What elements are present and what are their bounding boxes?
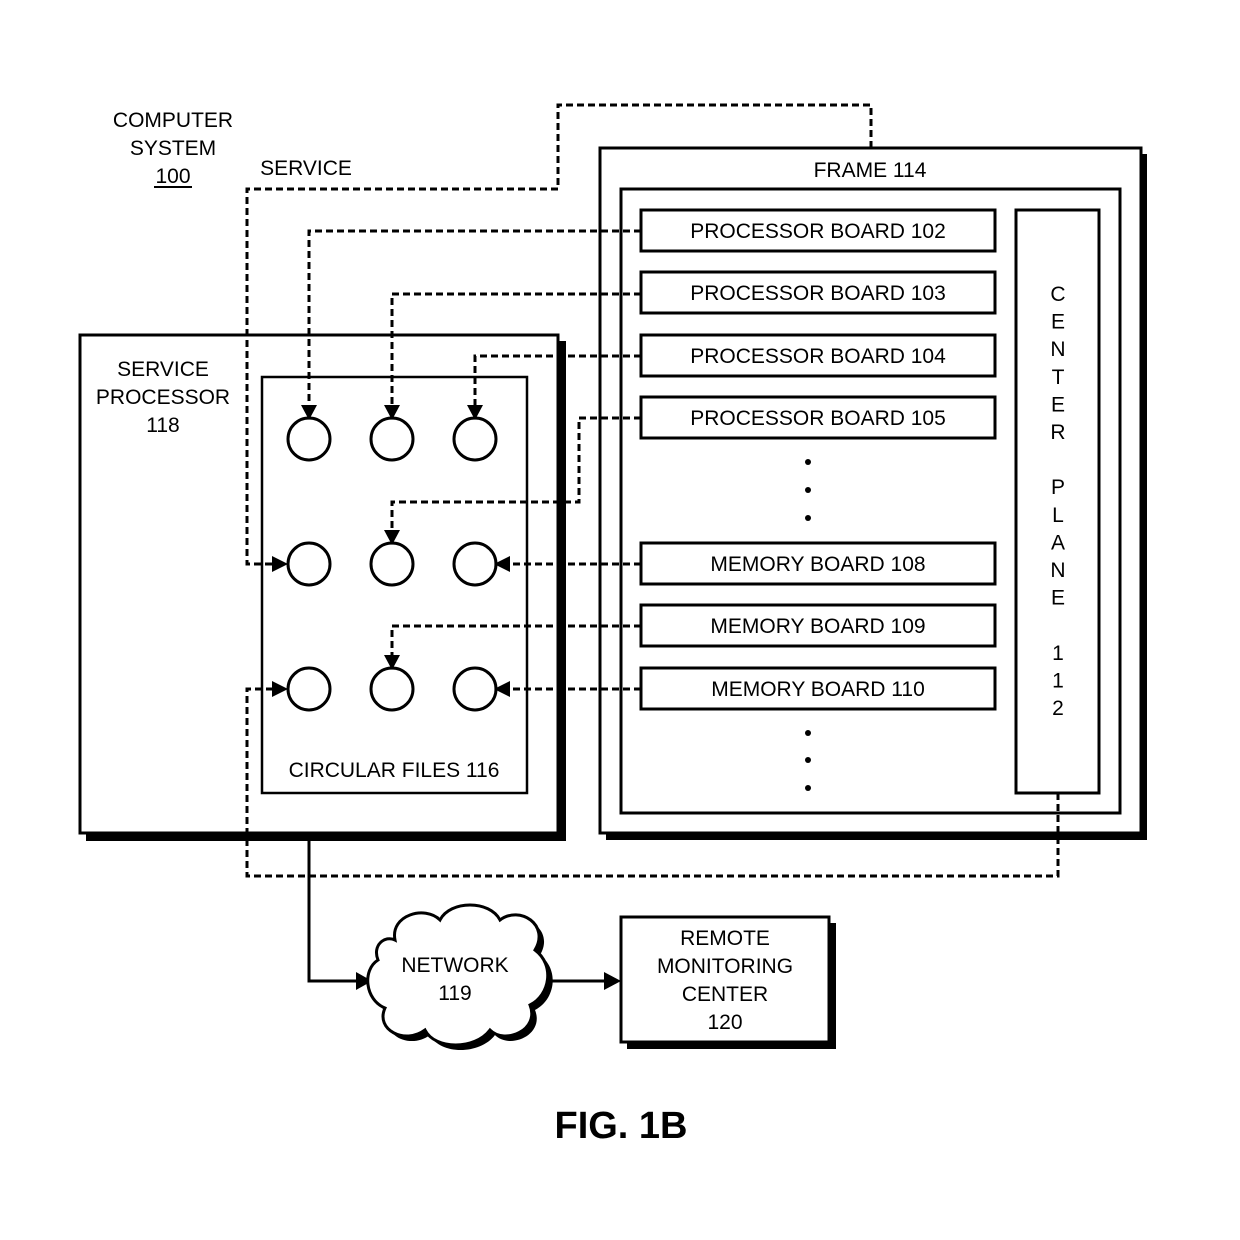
circular-file-icon — [369, 666, 415, 712]
ellipsis-dot — [805, 785, 811, 791]
processor-board: PROCESSOR BOARD 103 — [639, 270, 997, 315]
board-label: PROCESSOR BOARD 105 — [690, 407, 946, 430]
center-plane-letter: P — [1051, 476, 1065, 499]
service-processor-line1: SERVICE — [117, 358, 209, 381]
circular-file-icon — [369, 541, 415, 587]
circular-files-box: CIRCULAR FILES 116 — [260, 375, 529, 795]
service-processor-ref: 118 — [146, 414, 179, 437]
computer-system-line1: COMPUTER — [113, 109, 233, 132]
center-plane-letter: L — [1052, 504, 1064, 527]
circular-file-icon — [452, 416, 498, 462]
ellipsis-dot — [805, 757, 811, 763]
circular-file-icon — [286, 416, 332, 462]
memory-board: MEMORY BOARD 110 — [639, 666, 997, 711]
center-plane-letter: N — [1050, 338, 1065, 361]
circular-file-icon — [286, 666, 332, 712]
computer-system-ref: 100 — [155, 165, 190, 188]
ellipsis-dot — [805, 515, 811, 521]
center-plane-letter: R — [1050, 421, 1065, 444]
figure-title: FIG. 1B — [554, 1105, 687, 1147]
board-label: PROCESSOR BOARD 102 — [690, 220, 946, 243]
board-label: PROCESSOR BOARD 104 — [690, 345, 946, 368]
center-plane-letter: E — [1051, 587, 1065, 610]
processor-board: PROCESSOR BOARD 102 — [639, 208, 997, 253]
circular-file-icon — [452, 666, 498, 712]
ellipsis-dot — [805, 459, 811, 465]
processor-board: PROCESSOR BOARD 105 — [639, 395, 997, 440]
ellipsis-dot — [805, 730, 811, 736]
center-plane-letter: C — [1050, 283, 1065, 306]
center-plane-letter: 1 — [1052, 669, 1064, 692]
circular-file-icon — [369, 416, 415, 462]
center-plane-letter: E — [1051, 393, 1065, 416]
network-cloud: NETWORK 119 — [366, 903, 553, 1050]
remote-line1: REMOTE — [680, 927, 770, 950]
service-processor-line2: PROCESSOR — [96, 386, 230, 409]
ellipsis-dot — [805, 487, 811, 493]
circular-files-label: CIRCULAR FILES 116 — [289, 759, 500, 782]
board-label: MEMORY BOARD 108 — [710, 553, 925, 576]
center-plane-letter: A — [1051, 531, 1065, 554]
computer-system-line2: SYSTEM — [130, 137, 216, 160]
remote-monitoring-center: REMOTE MONITORING CENTER 120 — [619, 915, 836, 1049]
board-label: PROCESSOR BOARD 103 — [690, 282, 946, 305]
memory-board: MEMORY BOARD 108 — [639, 541, 997, 586]
patent-diagram: COMPUTER SYSTEM 100 SERVICE SERVICE PROC… — [78, 103, 1147, 1147]
center-plane-letter: N — [1050, 559, 1065, 582]
computer-system-label: COMPUTER SYSTEM 100 — [113, 109, 233, 188]
network-line2: 119 — [438, 982, 471, 1005]
center-plane-letter: E — [1051, 311, 1065, 334]
center-plane-letter: 2 — [1052, 697, 1064, 720]
center-plane-letter: T — [1052, 366, 1065, 389]
frame-label: FRAME 114 — [814, 159, 927, 182]
service-to-network-connection — [307, 841, 356, 983]
memory-board: MEMORY BOARD 109 — [639, 603, 997, 648]
frame-114: FRAME 114 PROCESSOR BOARD 102 PROCESSOR B… — [598, 146, 1147, 840]
board-label: MEMORY BOARD 110 — [711, 678, 925, 701]
circular-file-icon — [286, 541, 332, 587]
arrow-right-icon — [604, 972, 621, 990]
board-label: MEMORY BOARD 109 — [710, 615, 925, 638]
center-plane-letter: 1 — [1052, 642, 1064, 665]
network-line1: NETWORK — [401, 954, 508, 977]
remote-ref: 120 — [707, 1011, 742, 1034]
remote-line3: CENTER — [682, 983, 768, 1006]
service-label: SERVICE — [260, 157, 352, 180]
circular-file-icon — [452, 541, 498, 587]
remote-line2: MONITORING — [657, 955, 793, 978]
processor-board: PROCESSOR BOARD 104 — [639, 333, 997, 378]
